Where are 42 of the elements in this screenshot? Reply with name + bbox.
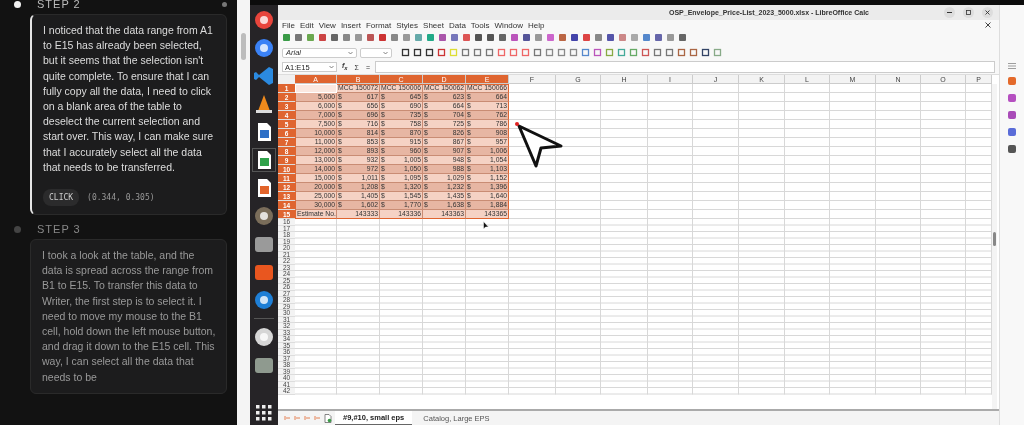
formula-input[interactable] [375,61,995,73]
menu-icon[interactable] [1008,63,1016,69]
menu-item[interactable]: Sheet [423,20,444,30]
step-description: I took a look at the table, and the data is spread across the range from B1 to E15. To transfer this data to Writer, the first step is to select it. I need to move my mouse to the B1 cell, hold down the left mouse button, and drag it down to the E15 cell. This way, I can select all the data that needs to be [42,248,216,385]
font-size-field[interactable] [360,47,392,58]
globe-icon[interactable] [254,10,274,30]
mouse-cursor-icon [483,221,489,230]
click-coordinates: (0.344, 0.305) [87,193,155,203]
spreadsheet-icon[interactable] [254,150,274,170]
menu-item[interactable]: Insert [340,20,361,30]
close-icon[interactable] [982,7,993,18]
step-label: STEP 3 [37,223,82,236]
code-editor-icon[interactable] [254,66,274,86]
select-all-corner[interactable] [278,75,295,85]
traffic-cone-icon[interactable] [254,94,274,114]
menu-item[interactable]: File [282,20,295,30]
chevron-down-icon[interactable] [383,50,388,55]
menu-item[interactable]: Data [448,20,466,30]
pointer-arrow-icon [515,122,565,168]
menu-item[interactable]: Format [365,20,392,30]
menu-item[interactable]: Edit [299,20,314,30]
chevron-down-icon[interactable] [329,65,334,69]
menu-item[interactable]: Styles [396,20,419,30]
click-marker [515,122,519,126]
scrollbar-thumb[interactable] [993,232,996,246]
step-description: I noticed that the data range from A1 to E15 has already been selected, but it seems that the selection isn't quite complete. To ensure that I can fully copy all the data, I need to click on a blank area of the table to deselect the current selection and start over. This way, I can make sure that I accurately select all the data that needs to be transferred. [43,23,214,175]
add-sheet-icon[interactable] [324,413,332,423]
chevron-down-icon[interactable] [348,50,353,55]
menu-item[interactable]: Tools [470,20,490,30]
step-label: STEP 2 [37,0,82,10]
app-grid-icon[interactable] [256,405,272,421]
table-cell[interactable] [295,84,337,93]
menu-item[interactable]: Window [494,20,523,30]
menu-item[interactable]: Help [528,20,545,30]
menu-item[interactable]: View [318,20,336,30]
disc-icon[interactable] [254,327,274,347]
scrollbar-thumb[interactable] [241,33,246,60]
close-document-icon[interactable] [985,22,991,28]
status-dot [222,1,227,7]
maximize-icon[interactable] [963,7,974,18]
minimize-icon[interactable] [944,7,955,18]
action-type: CLICK [43,189,80,207]
